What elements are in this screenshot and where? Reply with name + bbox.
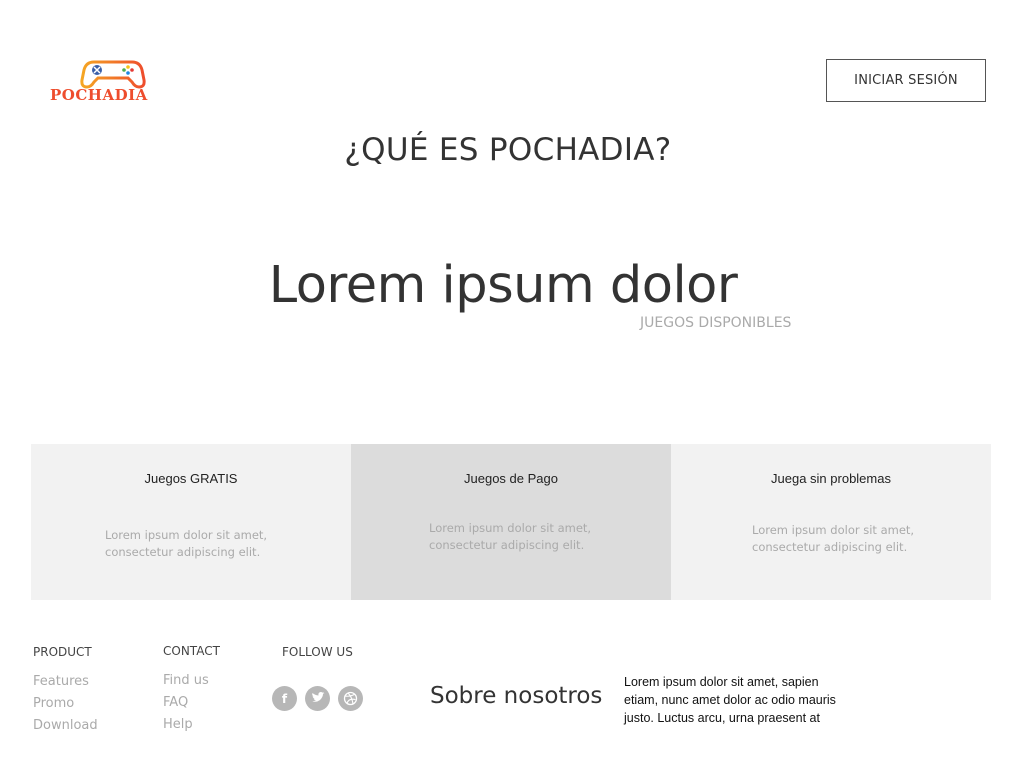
footer-follow: FOLLOW US [282,645,353,671]
footer-heading-follow: FOLLOW US [282,645,353,659]
logo[interactable]: POCHADIA [50,56,180,106]
about-title: Sobre nosotros [430,683,603,709]
feature-text: Lorem ipsum dolor sit amet, consectetur … [105,528,268,559]
social-icons: f [272,686,363,711]
footer-product: PRODUCT Features Promo Download [33,645,98,737]
footer-link-promo[interactable]: Promo [33,693,98,715]
footer-link-find-us[interactable]: Find us [163,670,220,692]
footer-link-download[interactable]: Download [33,715,98,737]
feature-card-noproblems: Juega sin problemas Lorem ipsum dolor si… [671,444,991,600]
feature-title: Juegos de Pago [464,471,558,486]
features-row: Juegos GRATIS Lorem ipsum dolor sit amet… [31,444,991,600]
footer-contact: CONTACT Find us FAQ Help [163,644,220,736]
feature-title: Juegos GRATIS [144,471,238,486]
feature-card-paid: Juegos de Pago Lorem ipsum dolor sit ame… [351,444,671,600]
dribbble-icon[interactable] [338,686,363,711]
footer-link-features[interactable]: Features [33,671,98,693]
footer-link-help[interactable]: Help [163,714,220,736]
feature-text: Lorem ipsum dolor sit amet, consectetur … [429,521,592,552]
gamepad-icon [80,60,146,89]
svg-text:f: f [282,692,288,706]
feature-card-free: Juegos GRATIS Lorem ipsum dolor sit amet… [31,444,351,600]
footer-link-faq[interactable]: FAQ [163,692,220,714]
hero-title: Lorem ipsum dolor [268,256,738,315]
footer-heading-product: PRODUCT [33,645,92,659]
section-title: ¿QUÉ ES POCHADIA? [344,132,672,168]
hero-subtitle: JUEGOS DISPONIBLES [640,315,792,331]
logo-text: POCHADIA [50,86,148,104]
login-button[interactable]: INICIAR SESIÓN [826,59,986,102]
about-text: Lorem ipsum dolor sit amet, sapien etiam… [624,675,836,725]
facebook-icon[interactable]: f [272,686,297,711]
footer-heading-contact: CONTACT [163,644,220,658]
twitter-icon[interactable] [305,686,330,711]
feature-title: Juega sin problemas [771,471,891,486]
feature-text: Lorem ipsum dolor sit amet, consectetur … [752,523,915,554]
